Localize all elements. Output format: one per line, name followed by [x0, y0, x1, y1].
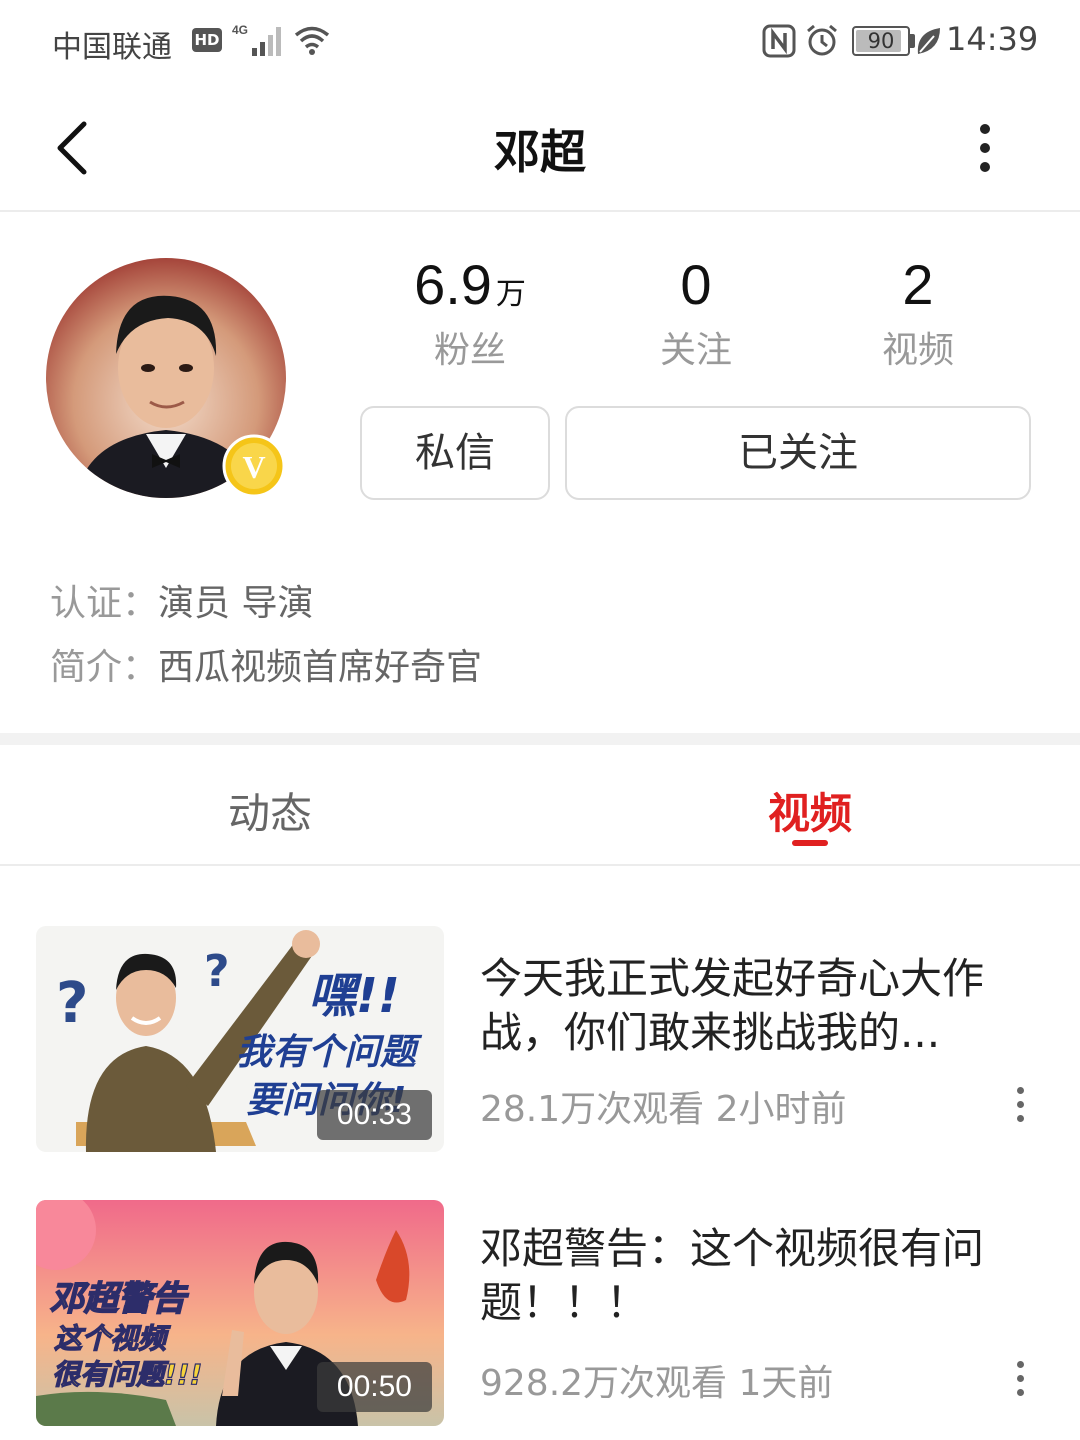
video-views: 928.2万次观看: [480, 1363, 728, 1404]
svg-text:?: ?: [204, 946, 230, 997]
signal-icon: 4G: [232, 23, 281, 56]
followed-button[interactable]: 已关注: [565, 406, 1031, 500]
alarm-icon: [807, 24, 837, 56]
videos-count: 2: [902, 253, 934, 316]
battery-icon: 90: [852, 26, 910, 56]
intro-label: 简介：: [50, 647, 159, 688]
thumbnail-caption: 邓超警告: [50, 1279, 189, 1319]
nfc-icon: [762, 24, 796, 58]
followers-stat[interactable]: 6.9 万 粉丝: [370, 252, 570, 373]
page-title: 邓超: [494, 125, 586, 179]
wifi-icon: [294, 26, 330, 55]
followers-unit: 万: [495, 277, 526, 312]
video-duration: 00:33: [316, 1090, 432, 1140]
intro-line: 简介：西瓜视频首席好奇官: [50, 638, 482, 690]
tab-divider: [0, 864, 1080, 866]
power-saving-leaf-icon: [917, 28, 940, 54]
section-divider: [0, 733, 1080, 745]
thumbnail-caption: 嘿!!: [308, 968, 400, 1024]
following-count: 0: [680, 253, 712, 316]
more-options-button[interactable]: [960, 112, 1010, 184]
certification-line: 认证：演员 导演: [50, 574, 313, 626]
video-time: 1天前: [738, 1363, 834, 1404]
hd-badge: HD: [192, 28, 222, 52]
video-title[interactable]: 今天我正式发起好奇心大作战，你们敢来挑战我的...: [480, 952, 1040, 1060]
clock: 14:39: [946, 20, 1039, 58]
svg-text:?: ?: [56, 971, 88, 1036]
more-dot-icon: [1016, 1360, 1024, 1368]
following-stat[interactable]: 0 关注: [596, 252, 796, 373]
videos-stat[interactable]: 2 视频: [818, 252, 1018, 373]
message-button[interactable]: 私信: [360, 406, 550, 500]
more-dot-icon: [1016, 1100, 1024, 1108]
video-list-item[interactable]: 邓超警告 这个视频 很有问题!!! 00:50 邓超警告：这个视频很有问题！！！…: [0, 1200, 1080, 1430]
video-more-button[interactable]: [1008, 1084, 1032, 1124]
videos-label: 视频: [881, 330, 954, 371]
more-dot-icon: [980, 162, 990, 172]
followers-count: 6.9: [414, 253, 492, 316]
tab-dynamic[interactable]: 动态: [170, 780, 370, 841]
more-dot-icon: [1016, 1388, 1024, 1396]
video-meta: 928.2万次观看 1天前: [480, 1354, 833, 1406]
more-dot-icon: [980, 124, 990, 134]
thumbnail-caption: 这个视频: [54, 1322, 171, 1355]
verified-badge-icon: V: [222, 434, 286, 498]
more-dot-icon: [1016, 1374, 1024, 1382]
thumbnail-caption: 很有问题!!!: [52, 1358, 202, 1391]
intro-value: 西瓜视频首席好奇官: [158, 647, 483, 688]
video-more-button[interactable]: [1008, 1358, 1032, 1398]
tab-videos[interactable]: 视频: [710, 780, 910, 841]
video-list-item[interactable]: ? ? 嘿!! 我有个问题 要问问你! 00:33 今天我正式发起好奇心大作战，…: [0, 926, 1080, 1156]
video-time: 2小时前: [715, 1089, 847, 1130]
active-tab-indicator: [792, 840, 828, 846]
video-views: 28.1万次观看: [480, 1089, 705, 1130]
certification-label: 认证：: [50, 583, 159, 624]
status-bar: 中国联通 HD 4G 90 14:39: [0, 0, 1080, 84]
title-bar: 邓超: [0, 84, 1080, 212]
more-dot-icon: [980, 143, 990, 153]
thumbnail-caption: 我有个问题: [236, 1032, 423, 1073]
more-dot-icon: [1016, 1086, 1024, 1094]
video-thumbnail[interactable]: ? ? 嘿!! 我有个问题 要问问你! 00:33: [36, 926, 444, 1152]
following-label: 关注: [659, 330, 732, 371]
more-dot-icon: [1016, 1114, 1024, 1122]
followers-label: 粉丝: [433, 330, 506, 371]
certification-value: 演员 导演: [158, 583, 314, 624]
video-title[interactable]: 邓超警告：这个视频很有问题！！！: [480, 1222, 1040, 1330]
verified-badge-letter: V: [242, 449, 265, 485]
battery-percentage: 90: [867, 29, 895, 53]
video-meta: 28.1万次观看 2小时前: [480, 1080, 847, 1132]
video-thumbnail[interactable]: 邓超警告 这个视频 很有问题!!! 00:50: [36, 1200, 444, 1426]
network-type: 4G: [232, 23, 248, 37]
video-duration: 00:50: [316, 1362, 432, 1412]
carrier-name: 中国联通: [52, 30, 172, 65]
